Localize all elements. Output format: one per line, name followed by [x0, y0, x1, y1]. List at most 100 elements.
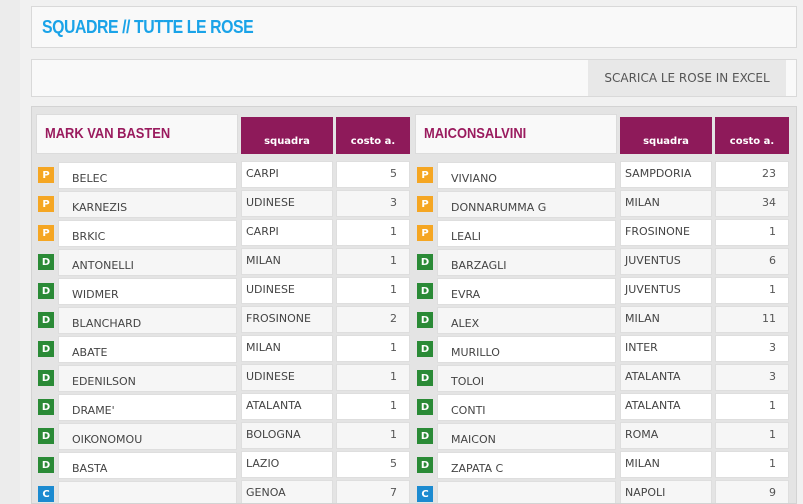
team-name[interactable]: MARK VAN BASTEN [36, 114, 238, 154]
player-cost: 3 [336, 190, 410, 217]
role-badge: P [417, 167, 433, 183]
player-name[interactable]: WIDMER [58, 278, 237, 305]
player-row: D WIDMER UDINESE 1 [36, 277, 410, 306]
role-badge: D [38, 312, 54, 328]
player-cost: 6 [715, 248, 789, 275]
player-name[interactable]: KARNEZIS [58, 191, 237, 218]
player-name[interactable]: ANTONELLI [58, 249, 237, 276]
player-cost: 1 [336, 219, 410, 246]
player-name[interactable]: LEALI [437, 220, 616, 247]
player-cost: 1 [715, 451, 789, 478]
player-cost: 1 [715, 219, 789, 246]
player-club: MILAN [241, 335, 333, 362]
player-name[interactable]: BRKIC [58, 220, 237, 247]
player-row: P DONNARUMMA G MILAN 34 [415, 190, 789, 219]
player-name[interactable]: EVRA [437, 278, 616, 305]
player-row: P VIVIANO SAMPDORIA 23 [415, 161, 789, 190]
team-name[interactable]: MAICONSALVINI [415, 114, 617, 154]
role-badge: D [38, 283, 54, 299]
player-list: P BELEC CARPI 5 P KARNEZIS UDINESE 3 P BRKIC CARPI… [36, 161, 410, 503]
player-name[interactable]: VIVIANO [437, 162, 616, 189]
role-badge: P [38, 196, 54, 212]
player-row: P BRKIC CARPI 1 [36, 219, 410, 248]
player-name[interactable]: ALEX [437, 307, 616, 334]
player-name[interactable]: BASTA [58, 452, 237, 479]
player-club: SAMPDORIA [620, 161, 712, 188]
player-name[interactable]: CONTI [437, 394, 616, 421]
role-badge: D [417, 399, 433, 415]
player-row: D ABATE MILAN 1 [36, 335, 410, 364]
column-header-cost: costo a. [336, 117, 410, 154]
player-name[interactable]: BELEC [58, 162, 237, 189]
player-name[interactable]: EDENILSON [58, 365, 237, 392]
role-badge: D [38, 457, 54, 473]
player-row: D EVRA JUVENTUS 1 [415, 277, 789, 306]
player-club: FROSINONE [241, 306, 333, 333]
player-club: ATALANTA [241, 393, 333, 420]
player-name[interactable]: BARZAGLI [437, 249, 616, 276]
player-club: CARPI [241, 161, 333, 188]
rosters-panel: MARK VAN BASTEN squadra costo a. P BELEC C… [31, 106, 797, 504]
player-cost: 1 [336, 422, 410, 449]
player-cost: 2 [336, 306, 410, 333]
player-cost: 3 [715, 335, 789, 362]
team-roster: MARK VAN BASTEN squadra costo a. P BELEC C… [36, 114, 410, 503]
player-club: NAPOLI [620, 480, 712, 503]
role-badge: D [38, 341, 54, 357]
team-roster: MAICONSALVINI squadra costo a. P VIVIANO S… [415, 114, 789, 503]
player-club: FROSINONE [620, 219, 712, 246]
player-row: D BARZAGLI JUVENTUS 6 [415, 248, 789, 277]
player-row: D TOLOI ATALANTA 3 [415, 364, 789, 393]
player-cost: 1 [715, 422, 789, 449]
player-cost: 1 [336, 248, 410, 275]
player-cost: 11 [715, 306, 789, 333]
player-row: D MAICON ROMA 1 [415, 422, 789, 451]
role-badge: D [38, 428, 54, 444]
player-list: P VIVIANO SAMPDORIA 23 P DONNARUMMA G MILAN 34 P… [415, 161, 789, 503]
player-cost: 1 [336, 277, 410, 304]
player-name[interactable]: MURILLO [437, 336, 616, 363]
team-header: MARK VAN BASTEN squadra costo a. [36, 114, 410, 154]
role-badge: D [417, 428, 433, 444]
player-club: ATALANTA [620, 393, 712, 420]
player-row: D CONTI ATALANTA 1 [415, 393, 789, 422]
player-cost: 1 [336, 364, 410, 391]
player-club: ATALANTA [620, 364, 712, 391]
player-name[interactable]: TOLOI [437, 365, 616, 392]
player-cost: 1 [336, 335, 410, 362]
player-name[interactable]: OIKONOMOU [58, 423, 237, 450]
player-cost: 9 [715, 480, 789, 503]
player-name[interactable]: MAICON [437, 423, 616, 450]
player-club: INTER [620, 335, 712, 362]
page-header: SQUADRE // TUTTE LE ROSE [31, 6, 797, 48]
player-row: D BLANCHARD FROSINONE 2 [36, 306, 410, 335]
role-badge: P [38, 225, 54, 241]
player-club: UDINESE [241, 277, 333, 304]
player-row: D DRAME' ATALANTA 1 [36, 393, 410, 422]
player-cost: 5 [336, 451, 410, 478]
player-row: P KARNEZIS UDINESE 3 [36, 190, 410, 219]
player-club: UDINESE [241, 364, 333, 391]
download-excel-button[interactable]: SCARICA LE ROSE IN EXCEL [588, 60, 786, 96]
player-name[interactable]: ZAPATA C [437, 452, 616, 479]
role-badge: C [417, 486, 433, 502]
player-name[interactable]: ABATE [58, 336, 237, 363]
player-name[interactable]: DONNARUMMA G [437, 191, 616, 218]
role-badge: C [38, 486, 54, 502]
player-row: C GENOA 7 [36, 480, 410, 503]
player-name[interactable]: BLANCHARD [58, 307, 237, 334]
role-badge: D [38, 370, 54, 386]
player-name[interactable] [58, 481, 237, 503]
player-row: C NAPOLI 9 [415, 480, 789, 503]
player-name[interactable]: DRAME' [58, 394, 237, 421]
player-club: MILAN [241, 248, 333, 275]
player-club: MILAN [620, 451, 712, 478]
player-name[interactable] [437, 481, 616, 503]
role-badge: D [417, 370, 433, 386]
role-badge: D [38, 399, 54, 415]
toolbar: SCARICA LE ROSE IN EXCEL [31, 59, 797, 97]
player-row: D BASTA LAZIO 5 [36, 451, 410, 480]
player-club: ROMA [620, 422, 712, 449]
player-cost: 7 [336, 480, 410, 503]
left-sidebar-strip [0, 0, 20, 504]
